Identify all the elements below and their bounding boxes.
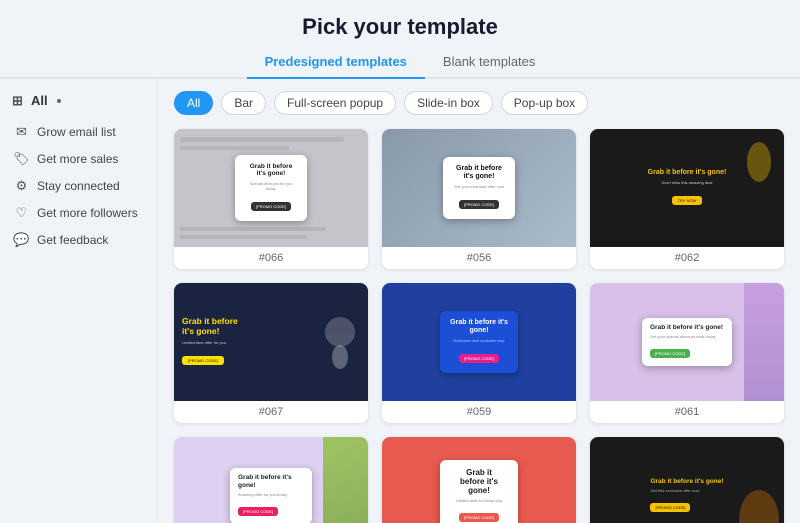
tab-blank[interactable]: Blank templates (425, 46, 554, 79)
connected-icon: ⚙ (14, 178, 29, 193)
sidebar-all-button[interactable]: ⊞ All (10, 93, 147, 108)
content-area: All Bar Full-screen popup Slide-in box P… (158, 79, 800, 523)
thumbnail-059: Grab it before it's gone! Exclusive deal… (382, 283, 576, 401)
sidebar-label-get-followers: Get more followers (37, 206, 138, 220)
filter-fullscreen[interactable]: Full-screen popup (274, 91, 396, 115)
popup-title-066: Grab it before it's gone! (245, 163, 297, 179)
popup-056: Grab it before it's gone! Get your exclu… (443, 157, 515, 220)
thumbnail-066: Grab it before it's gone! Special deal j… (174, 129, 368, 247)
popup-061: Grab it before it's gone! Get your speci… (642, 318, 732, 366)
main-layout: ⊞ All ✉ Grow email list 🏷 Get more sales… (0, 79, 800, 523)
thumbnail-068: Grab it before it's gone! Get this exclu… (590, 437, 784, 523)
tab-predesigned[interactable]: Predesigned templates (247, 46, 425, 79)
thumbnail-060: Grab it before it's gone! Amazing offer … (174, 437, 368, 523)
filter-all[interactable]: All (174, 91, 213, 115)
feedback-icon: 💬 (14, 232, 29, 247)
thumbnail-067: Grab it beforeit's gone! Limited time of… (174, 283, 368, 401)
template-card-069[interactable]: Grab itbefore it'sgone! Limited deal for… (382, 437, 576, 523)
page-header: Pick your template (0, 0, 800, 46)
thumbnail-061: Grab it before it's gone! Get your speci… (590, 283, 784, 401)
page-title: Pick your template (0, 14, 800, 40)
template-card-068[interactable]: Grab it before it's gone! Get this exclu… (590, 437, 784, 523)
popup-title-056: Grab it before it's gone! (453, 165, 505, 182)
sidebar-item-get-sales[interactable]: 🏷 Get more sales (10, 145, 147, 172)
template-card-066[interactable]: Grab it before it's gone! Special deal j… (174, 129, 368, 269)
template-label-066: #066 (174, 247, 368, 269)
popup-068: Grab it before it's gone! Get this exclu… (644, 478, 729, 514)
template-card-062[interactable]: Grab it before it's gone! Don't miss thi… (590, 129, 784, 269)
filter-slide-in[interactable]: Slide-in box (404, 91, 493, 115)
sales-icon: 🏷 (14, 151, 29, 166)
sidebar: ⊞ All ✉ Grow email list 🏷 Get more sales… (0, 79, 158, 523)
template-card-056[interactable]: Grab it before it's gone! Get your exclu… (382, 129, 576, 269)
thumbnail-062: Grab it before it's gone! Don't miss thi… (590, 129, 784, 247)
sidebar-item-stay-connected[interactable]: ⚙ Stay connected (10, 172, 147, 199)
template-card-061[interactable]: Grab it before it's gone! Get your speci… (590, 283, 784, 423)
template-label-059: #059 (382, 401, 576, 423)
thumbnail-069: Grab itbefore it'sgone! Limited deal for… (382, 437, 576, 523)
sidebar-label-get-feedback: Get feedback (37, 233, 108, 247)
popup-062: Grab it before it's gone! Don't miss thi… (648, 169, 727, 207)
filter-popup[interactable]: Pop-up box (501, 91, 588, 115)
dot-indicator (57, 99, 61, 103)
sidebar-item-get-feedback[interactable]: 💬 Get feedback (10, 226, 147, 253)
sidebar-item-grow-email[interactable]: ✉ Grow email list (10, 118, 147, 145)
popup-060: Grab it before it's gone! Amazing offer … (230, 468, 312, 523)
thumbnail-056: Grab it before it's gone! Get your exclu… (382, 129, 576, 247)
tabs-bar: Predesigned templates Blank templates (0, 46, 800, 79)
template-card-059[interactable]: Grab it before it's gone! Exclusive deal… (382, 283, 576, 423)
template-label-067: #067 (174, 401, 368, 423)
filter-bar-chip[interactable]: Bar (221, 91, 266, 115)
popup-066: Grab it before it's gone! Special deal j… (235, 155, 307, 222)
template-card-067[interactable]: Grab it beforeit's gone! Limited time of… (174, 283, 368, 423)
template-card-060[interactable]: Grab it before it's gone! Amazing offer … (174, 437, 368, 523)
template-label-061: #061 (590, 401, 784, 423)
heart-icon: ♡ (14, 205, 29, 220)
template-label-062: #062 (590, 247, 784, 269)
sidebar-label-get-sales: Get more sales (37, 152, 118, 166)
email-icon: ✉ (14, 124, 29, 139)
grid-icon: ⊞ (10, 93, 25, 108)
sidebar-label-grow-email: Grow email list (37, 125, 116, 139)
popup-067: Grab it beforeit's gone! Limited time of… (182, 312, 360, 372)
sidebar-label-stay-connected: Stay connected (37, 179, 120, 193)
template-grid: Grab it before it's gone! Special deal j… (174, 129, 784, 523)
template-label-056: #056 (382, 247, 576, 269)
filter-bar: All Bar Full-screen popup Slide-in box P… (174, 91, 784, 115)
sidebar-all-label: All (31, 93, 48, 108)
popup-059: Grab it before it's gone! Exclusive deal… (440, 311, 518, 374)
sidebar-item-get-followers[interactable]: ♡ Get more followers (10, 199, 147, 226)
popup-069: Grab itbefore it'sgone! Limited deal for… (440, 460, 518, 523)
